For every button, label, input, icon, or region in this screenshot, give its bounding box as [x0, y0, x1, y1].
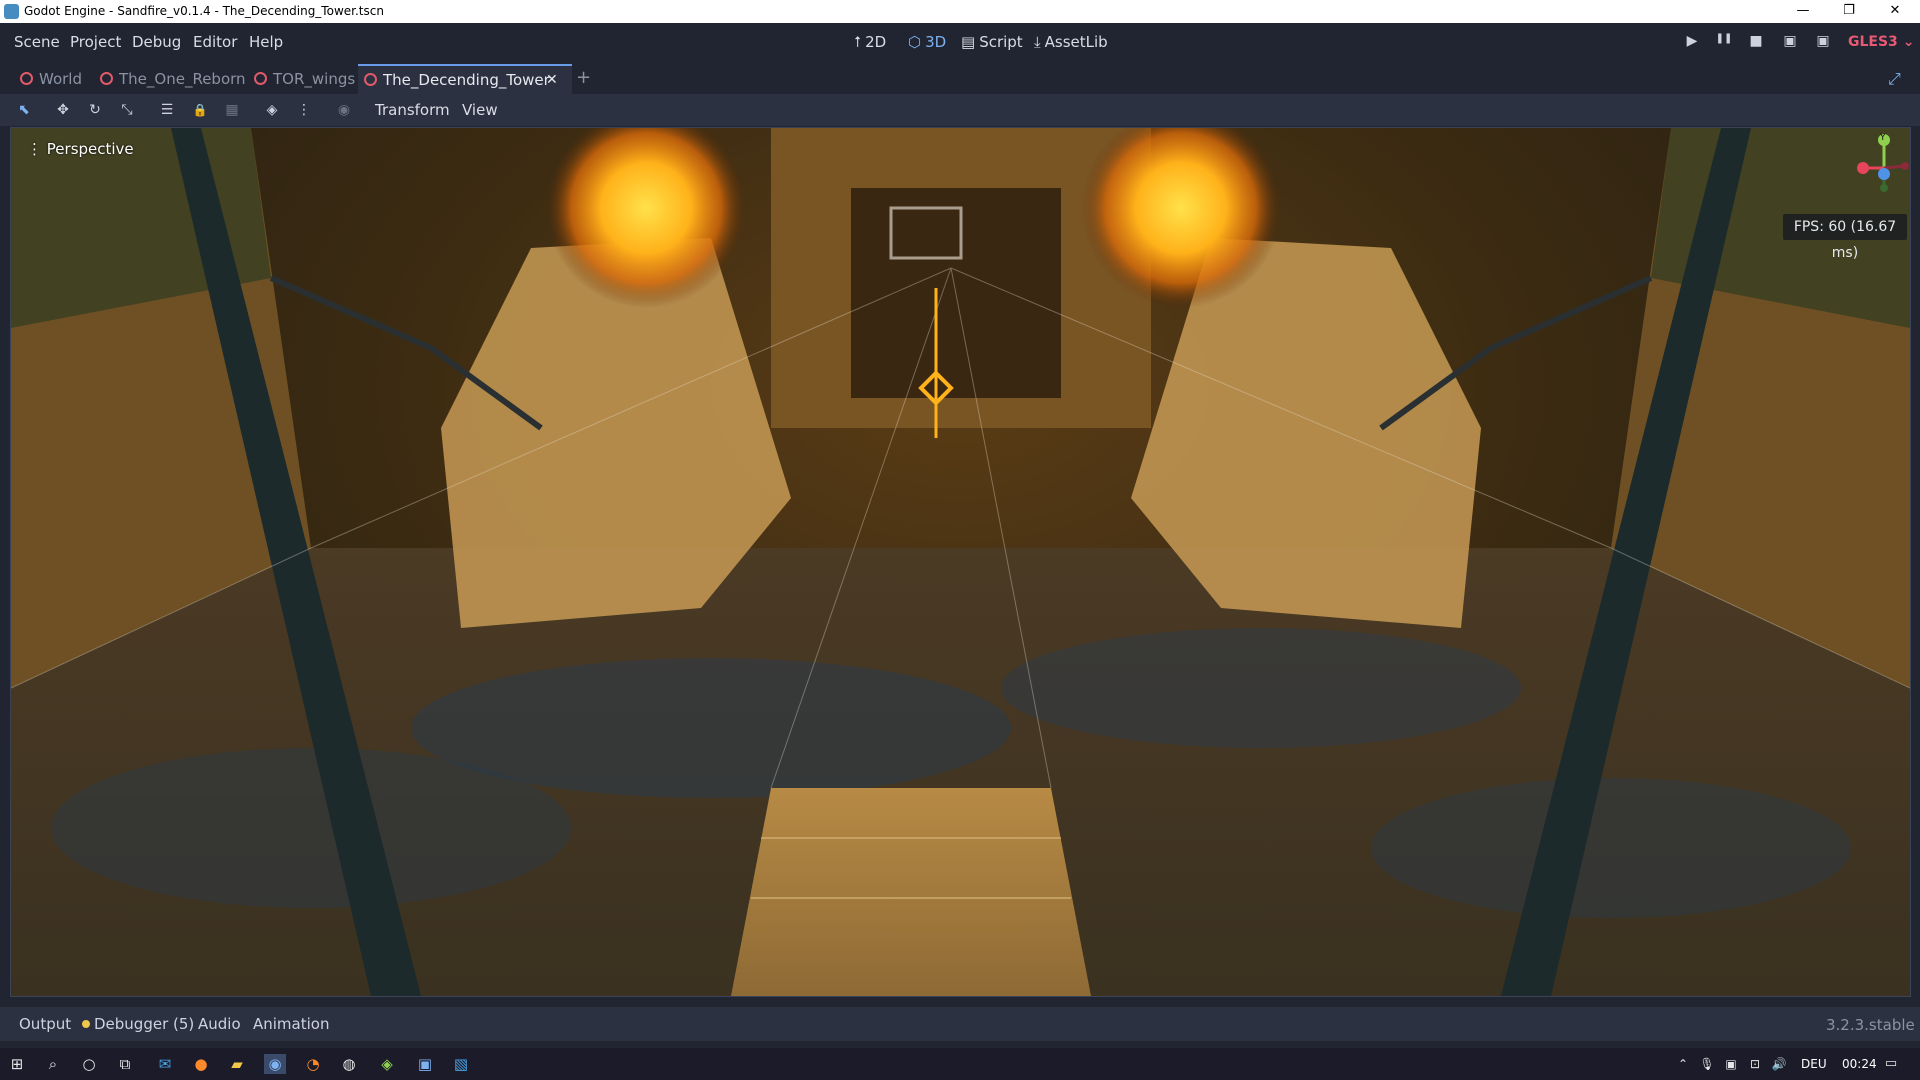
tab-the-one-reborn[interactable]: The_One_Reborn	[94, 64, 246, 94]
tray-app-icon[interactable]: ▣	[1720, 1054, 1742, 1074]
3d-icon: ⬡	[908, 33, 922, 51]
move-tool-icon[interactable]: ✥	[52, 99, 74, 121]
godot-logo-icon	[4, 4, 19, 19]
rotate-tool-icon[interactable]: ↻	[84, 99, 106, 121]
lock-icon[interactable]: 🔒	[189, 99, 211, 121]
script-icon: ▤	[961, 33, 976, 51]
microphone-icon[interactable]: 🎙	[1696, 1054, 1718, 1074]
tab-the-decending-tower[interactable]: The_Decending_Tower ✕	[358, 64, 572, 94]
pause-button[interactable]: ❚❚	[1713, 33, 1735, 55]
audio-tab[interactable]: Audio	[198, 1015, 241, 1033]
workspace-assetlib-button[interactable]: ⤓ AssetLib	[1034, 33, 1108, 51]
node-icon	[20, 72, 33, 85]
download-icon: ⤓	[1034, 33, 1041, 51]
tab-world[interactable]: World	[14, 64, 82, 94]
list-select-icon[interactable]: ☰	[156, 99, 178, 121]
output-tab[interactable]: Output	[19, 1015, 71, 1033]
windows-start-icon[interactable]: ⊞	[6, 1054, 28, 1074]
orientation-gizmo[interactable]: Y	[1857, 132, 1910, 192]
clock[interactable]: 00:24	[1842, 1057, 1877, 1071]
node-icon	[100, 72, 113, 85]
network-icon[interactable]: ⊡	[1744, 1054, 1766, 1074]
snap-icon[interactable]: ⋮	[293, 99, 315, 121]
app-icon[interactable]: ◍	[338, 1054, 360, 1074]
workspace-2d-button[interactable]: ⭡ 2D	[854, 33, 886, 51]
input-language[interactable]: DEU	[1801, 1057, 1827, 1071]
node-icon	[364, 73, 377, 86]
firefox-icon[interactable]: ●	[190, 1054, 212, 1074]
cortana-icon[interactable]: ○	[78, 1054, 100, 1074]
tab-tor-wings[interactable]: TOR_wings	[248, 64, 355, 94]
fps-readout: FPS: 60 (16.67 ms)	[1783, 214, 1907, 261]
close-window-button[interactable]: ✕	[1872, 0, 1918, 23]
warning-dot-icon	[82, 1020, 90, 1028]
renderer-select[interactable]: GLES3 ⌄	[1848, 34, 1914, 50]
scene-render	[11, 128, 1910, 996]
add-tab-button[interactable]: +	[576, 67, 591, 88]
transform-menu[interactable]: Transform	[375, 101, 450, 119]
viewport-mode-menu[interactable]: ⋮ Perspective	[27, 140, 134, 158]
tray-chevron-icon[interactable]: ⌃	[1672, 1054, 1694, 1074]
play-button[interactable]: ▶	[1681, 33, 1703, 55]
camera-icon[interactable]: ◉	[333, 99, 355, 121]
stop-button[interactable]: ■	[1745, 33, 1767, 55]
task-view-icon[interactable]: ⧉	[114, 1054, 136, 1074]
animation-tab[interactable]: Animation	[253, 1015, 329, 1033]
3d-viewport[interactable]: ⋮ Perspective Y FPS: 60 (16.67 ms)	[10, 127, 1911, 997]
blender-icon[interactable]: ◔	[302, 1054, 324, 1074]
app4-icon[interactable]: ▧	[450, 1054, 472, 1074]
play-custom-scene-button[interactable]: ▣	[1812, 33, 1834, 55]
window-title-bar: Godot Engine - Sandfire_v0.1.4 - The_Dec…	[0, 0, 1920, 23]
minimize-button[interactable]: —	[1780, 0, 1826, 23]
close-tab-icon[interactable]: ✕	[546, 66, 558, 94]
menu-project[interactable]: Project	[70, 33, 121, 51]
file-explorer-icon[interactable]: ▰	[226, 1054, 248, 1074]
menu-editor[interactable]: Editor	[193, 33, 237, 51]
restore-button[interactable]: ❐	[1826, 0, 1872, 23]
bottom-panel-bar: Output Debugger (5) Audio Animation 3.2.…	[0, 1007, 1920, 1041]
engine-version: 3.2.3.stable	[1826, 1016, 1915, 1034]
window-title: Godot Engine - Sandfire_v0.1.4 - The_Dec…	[24, 4, 384, 18]
search-icon[interactable]: ⌕	[42, 1054, 64, 1074]
scale-tool-icon[interactable]: ⤡	[116, 99, 138, 121]
kebab-menu-icon: ⋮	[27, 140, 42, 158]
play-scene-button[interactable]: ▣	[1779, 33, 1801, 55]
os-taskbar: ⊞ ⌕ ○ ⧉ ✉ ● ▰ ◉ ◔ ◍ ◈ ▣ ▧ ⌃ 🎙 ▣ ⊡ 🔊 DEU …	[0, 1048, 1920, 1080]
godot-taskbar-icon[interactable]: ◉	[264, 1054, 286, 1074]
notifications-icon[interactable]: ▭	[1880, 1054, 1902, 1074]
workspace-3d-button[interactable]: ⬡ 3D	[908, 33, 946, 51]
debugger-tab[interactable]: Debugger (5)	[82, 1015, 194, 1033]
menu-debug[interactable]: Debug	[132, 33, 181, 51]
app3-icon[interactable]: ▣	[414, 1054, 436, 1074]
scene-tab-bar: World The_One_Reborn TOR_wings The_Decen…	[0, 64, 1920, 94]
gizmo-y-label: Y	[1880, 133, 1886, 143]
spatial-editor-toolbar: ⬉ ✥ ↻ ⤡ ☰ 🔒 ▦ ◈ ⋮ ◉ Transform View	[0, 94, 1920, 126]
chevron-down-icon: ⌄	[1902, 34, 1915, 50]
view-menu[interactable]: View	[462, 101, 498, 119]
distraction-free-icon[interactable]: ⤢	[1888, 69, 1901, 89]
local-space-icon[interactable]: ◈	[261, 99, 283, 121]
menu-help[interactable]: Help	[249, 33, 283, 51]
menu-scene[interactable]: Scene	[14, 33, 60, 51]
workspace-script-button[interactable]: ▤ Script	[961, 33, 1023, 51]
node-icon	[254, 72, 267, 85]
group-icon[interactable]: ▦	[221, 99, 243, 121]
mail-icon[interactable]: ✉	[154, 1054, 176, 1074]
app2-icon[interactable]: ◈	[376, 1054, 398, 1074]
menu-bar: Scene Project Debug Editor Help ⭡ 2D ⬡ 3D …	[0, 23, 1920, 64]
2d-icon: ⭡	[854, 33, 862, 51]
select-tool-icon[interactable]: ⬉	[13, 99, 35, 121]
volume-icon[interactable]: 🔊	[1768, 1054, 1790, 1074]
